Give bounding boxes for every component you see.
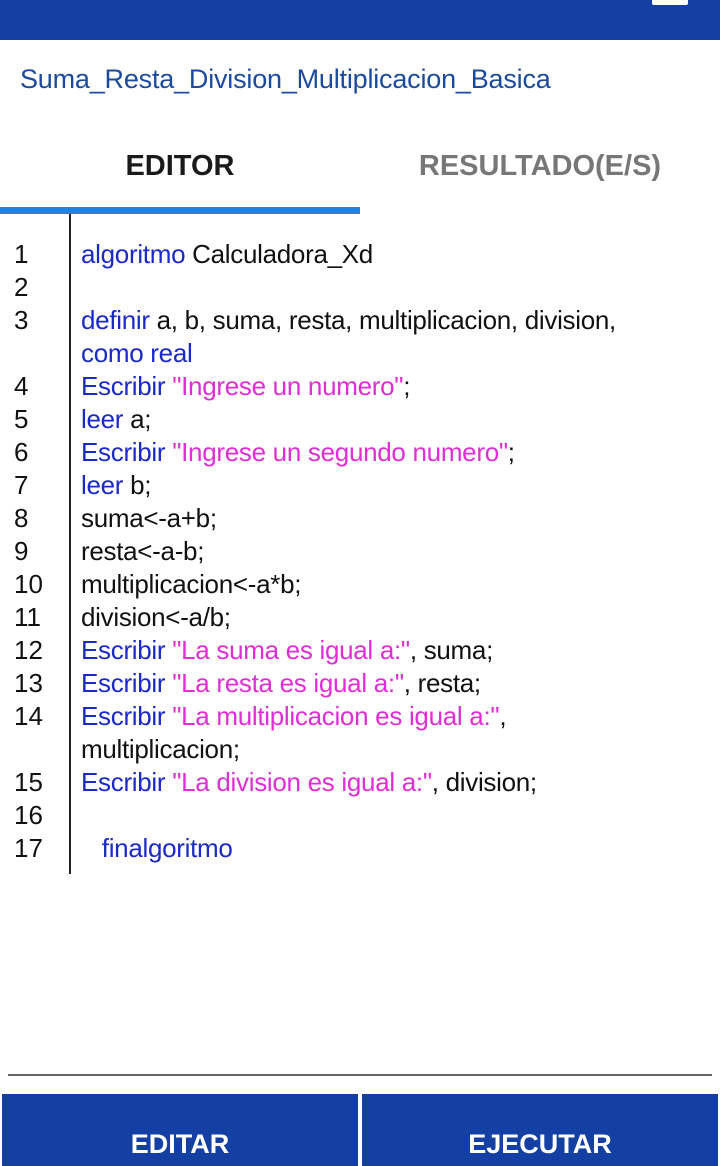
code-text: finalgoritmo [81, 832, 711, 865]
keyword-token: Escribir [81, 668, 166, 698]
string-token: "La division es igual a:" [165, 767, 432, 797]
line-number: 7 [14, 470, 29, 500]
code-text: leer b; [81, 469, 711, 502]
string-token: "Ingrese un segundo numero" [165, 437, 508, 467]
file-title: Suma_Resta_Division_Multiplicacion_Basic… [20, 64, 551, 94]
code-line[interactable]: 6 Escribir "Ingrese un segundo numero"; [0, 436, 720, 469]
code-text: Escribir "La multiplicacion es igual a:"… [81, 700, 711, 733]
keyword-token: finalgoritmo [81, 833, 233, 863]
line-number: 10 [14, 569, 43, 599]
code-line[interactable]: 3 definir a, b, suma, resta, multiplicaci… [0, 304, 720, 337]
code-line[interactable]: 4 Escribir "Ingrese un numero"; [0, 370, 720, 403]
code-line[interactable]: 13 Escribir "La resta es igual a:", resta… [0, 667, 720, 700]
code-token: , suma; [409, 635, 493, 665]
code-token: a; [123, 404, 152, 434]
string-token: "La resta es igual a:" [165, 668, 404, 698]
string-token: "Ingrese un numero" [165, 371, 404, 401]
code-line[interactable]: como real [0, 337, 720, 370]
menu-icon[interactable] [652, 0, 688, 5]
line-number: 11 [14, 602, 41, 632]
code-token: multiplicacion; [81, 734, 240, 764]
code-text: Escribir "Ingrese un segundo numero"; [81, 436, 711, 469]
code-token: ; [403, 371, 411, 401]
code-text: definir a, b, suma, resta, multiplicacio… [81, 304, 711, 337]
keyword-token: definir [81, 305, 150, 335]
line-number: 5 [14, 404, 29, 434]
code-token: suma<-a+b; [81, 503, 217, 533]
keyword-token: Escribir [81, 635, 166, 665]
code-line[interactable]: 7 leer b; [0, 469, 720, 502]
code-line[interactable]: 15 Escribir "La division es igual a:", di… [0, 766, 720, 799]
run-button[interactable]: EJECUTAR [362, 1094, 718, 1166]
line-number: 8 [14, 503, 29, 533]
line-number: 9 [14, 536, 29, 566]
keyword-token: Escribir [81, 371, 166, 401]
code-token: b; [123, 470, 152, 500]
line-number: 12 [14, 635, 43, 665]
code-line[interactable]: 14 Escribir "La multiplicacion es igual a… [0, 700, 720, 733]
code-text: Escribir "La resta es igual a:", resta; [81, 667, 711, 700]
code-line[interactable]: 1 algoritmo Calculadora_Xd [0, 238, 720, 271]
code-token: , resta; [403, 668, 481, 698]
code-line[interactable]: 10 multiplicacion<-a*b; [0, 568, 720, 601]
keyword-token: algoritmo [81, 239, 186, 269]
keyword-token: Escribir [81, 767, 166, 797]
keyword-token: Escribir [81, 701, 166, 731]
code-line[interactable]: 5 leer a; [0, 403, 720, 436]
keyword-token: leer [81, 404, 124, 434]
line-number: 3 [14, 305, 29, 335]
code-text: algoritmo Calculadora_Xd [81, 238, 711, 271]
tab-editor[interactable]: EDITOR [0, 140, 360, 214]
code-text: division<-a/b; [81, 601, 711, 634]
line-number: 14 [14, 701, 43, 731]
edit-button[interactable]: EDITAR [2, 1094, 358, 1166]
code-token: ; [507, 437, 515, 467]
line-number: 17 [14, 833, 43, 863]
code-editor[interactable]: 1 algoritmo Calculadora_Xd 2 3 definir a, b,… [0, 214, 720, 874]
code-token: Calculadora_Xd [185, 239, 373, 269]
code-token: resta<-a-b; [81, 536, 205, 566]
code-text: multiplicacion<-a*b; [81, 568, 711, 601]
line-number: 6 [14, 437, 29, 467]
code-line[interactable]: 11 division<-a/b; [0, 601, 720, 634]
code-line[interactable]: 16 [0, 799, 720, 832]
line-number: 4 [14, 371, 29, 401]
keyword-token: como real [81, 338, 193, 368]
tab-indicator [0, 207, 360, 214]
divider [8, 1074, 712, 1076]
keyword-token: leer [81, 470, 124, 500]
code-line[interactable]: 12 Escribir "La suma es igual a:", suma; [0, 634, 720, 667]
code-token: , division; [431, 767, 537, 797]
code-token: multiplicacion<-a*b; [81, 569, 302, 599]
tab-bar: EDITOR RESULTADO(E/S) [0, 140, 720, 214]
string-token: "La multiplicacion es igual a:" [165, 701, 500, 731]
line-number: 2 [14, 272, 29, 302]
code-line[interactable]: multiplicacion; [0, 733, 720, 766]
string-token: "La suma es igual a:" [165, 635, 410, 665]
code-text: Escribir "La division es igual a:", divi… [81, 766, 711, 799]
line-number: 16 [14, 800, 43, 830]
top-app-bar [0, 0, 720, 40]
code-token: , [499, 701, 507, 731]
code-token: a, b, suma, resta, multiplicacion, divis… [149, 305, 617, 335]
keyword-token: Escribir [81, 437, 166, 467]
code-text: multiplicacion; [81, 733, 711, 766]
code-line[interactable]: 8 suma<-a+b; [0, 502, 720, 535]
line-number: 13 [14, 668, 43, 698]
line-number: 15 [14, 767, 43, 797]
code-text: Escribir "La suma es igual a:", suma; [81, 634, 711, 667]
tab-result[interactable]: RESULTADO(E/S) [360, 140, 720, 214]
code-token: division<-a/b; [81, 602, 231, 632]
code-text: suma<-a+b; [81, 502, 711, 535]
code-line[interactable]: 9 resta<-a-b; [0, 535, 720, 568]
line-number: 1 [14, 239, 29, 269]
code-line[interactable]: 17 finalgoritmo [0, 832, 720, 865]
code-text: como real [81, 337, 711, 370]
code-text: Escribir "Ingrese un numero"; [81, 370, 711, 403]
code-text: leer a; [81, 403, 711, 436]
code-line[interactable]: 2 [0, 271, 720, 304]
code-text: resta<-a-b; [81, 535, 711, 568]
